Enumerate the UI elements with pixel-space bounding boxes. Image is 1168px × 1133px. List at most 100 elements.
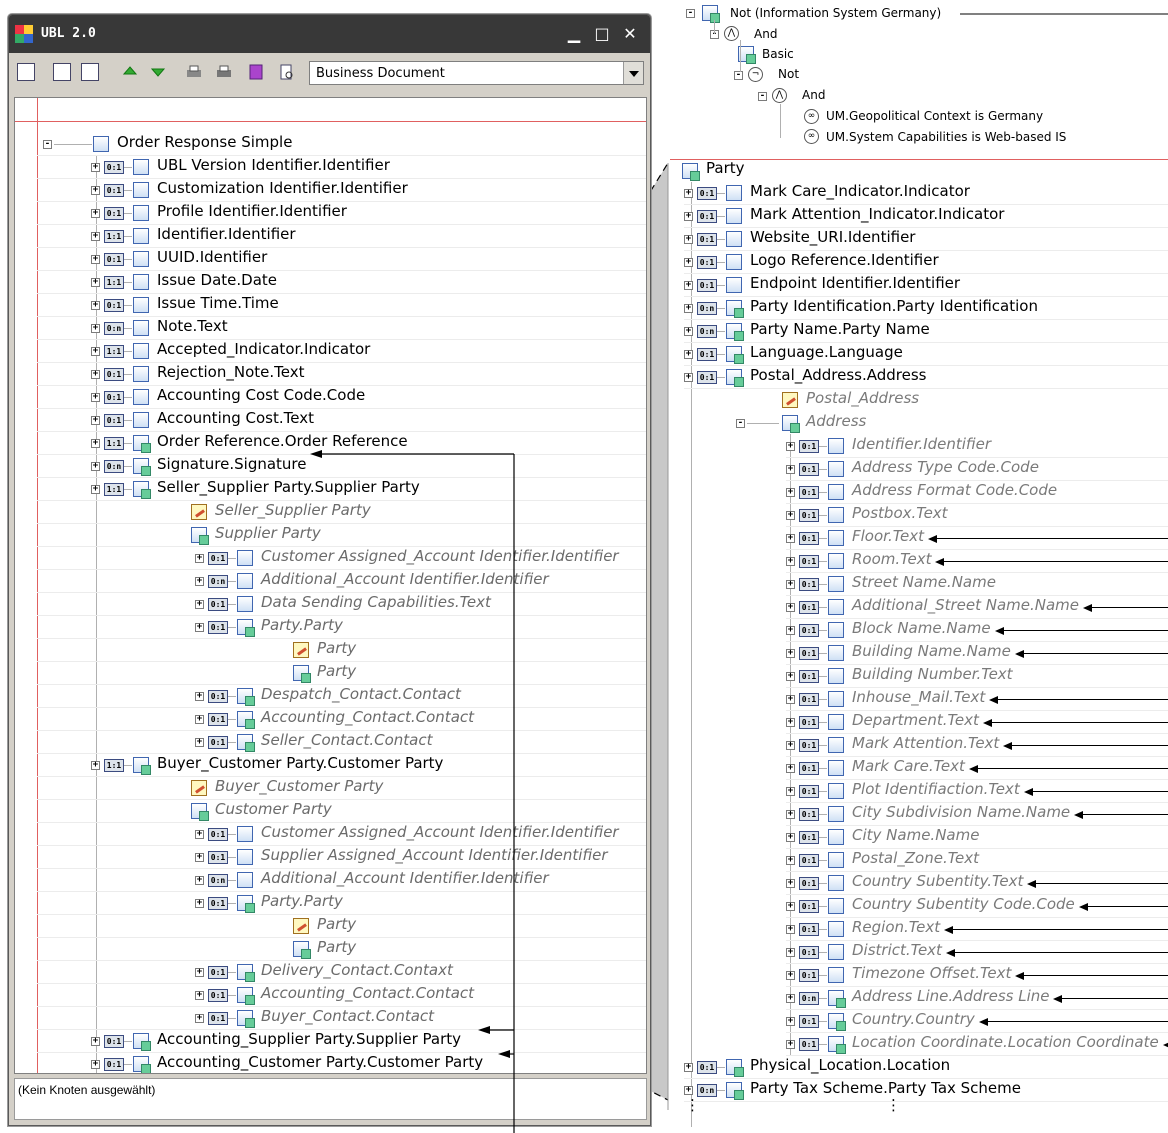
expand-toggle[interactable]: + [91, 255, 100, 264]
tree-node-label[interactable]: Plot Identifiaction.Text [852, 780, 1020, 803]
tree-node-label[interactable]: Country.Country [852, 1010, 975, 1033]
expand-toggle[interactable]: + [195, 577, 204, 586]
tree-node-label[interactable]: Building Name.Name [852, 642, 1011, 665]
expand-toggle[interactable]: + [195, 600, 204, 609]
expand-toggle[interactable]: + [91, 462, 100, 471]
expand-toggle[interactable]: + [684, 304, 693, 313]
expand-toggle[interactable]: + [91, 163, 100, 172]
tree-node-label[interactable]: Building Number.Text [852, 665, 1013, 688]
tree-node-label[interactable]: Customer Party [215, 800, 332, 823]
tree-node-label[interactable]: Street Name.Name [852, 573, 996, 596]
maximize-button[interactable]: □ [589, 23, 615, 45]
tree-node-label[interactable]: Accounting Cost Code.Code [157, 386, 365, 409]
tree-node-label[interactable]: Room.Text [852, 550, 931, 573]
expand-toggle[interactable]: + [786, 741, 795, 750]
expand-toggle[interactable]: + [786, 580, 795, 589]
tree-node-label[interactable]: Accounting Cost.Text [157, 409, 314, 432]
expand-toggle[interactable]: + [91, 761, 100, 770]
expand-toggle[interactable]: + [195, 715, 204, 724]
print-preview-icon[interactable] [215, 63, 233, 81]
tree-node-label[interactable]: Party Identification.Party Identificatio… [750, 297, 1038, 320]
tree-node-label[interactable]: Accounting_Contact.Contact [261, 708, 474, 731]
expand-toggle[interactable]: + [684, 235, 693, 244]
tree-node-label[interactable]: Issue Date.Date [157, 271, 277, 294]
expand-toggle[interactable]: + [91, 485, 100, 494]
expand-toggle[interactable]: + [684, 350, 693, 359]
tree-node-label[interactable]: Country Subentity Code.Code [852, 895, 1075, 918]
tree-node-label[interactable]: Supplier Assigned_Account Identifier.Ide… [261, 846, 608, 869]
expand-toggle[interactable]: + [195, 738, 204, 747]
expand-toggle[interactable]: + [91, 278, 100, 287]
expand-toggle[interactable]: + [195, 623, 204, 632]
expand-toggle[interactable]: + [786, 649, 795, 658]
tree-node-label[interactable]: Despatch_Contact.Contact [261, 685, 461, 708]
expand-toggle[interactable]: + [786, 534, 795, 543]
tree-node-label[interactable]: Party Name.Party Name [750, 320, 930, 343]
expand-toggle[interactable]: + [786, 695, 795, 704]
tree-node-label[interactable]: Country Subentity.Text [852, 872, 1023, 895]
expand-all-icon[interactable] [17, 63, 35, 81]
expand-toggle[interactable]: + [91, 416, 100, 425]
context-node-label[interactable]: And [754, 27, 777, 41]
expand-toggle[interactable]: + [786, 1040, 795, 1049]
tree-node-label[interactable]: Seller_Contact.Contact [261, 731, 432, 754]
expand-toggle[interactable]: + [786, 626, 795, 635]
tree-node-label[interactable]: Accounting_Supplier Party.Supplier Party [157, 1030, 461, 1053]
tree-node-label[interactable]: Buyer_Customer Party [215, 777, 383, 800]
tree-node-label[interactable]: Location Coordinate.Location Coordinate [852, 1033, 1159, 1056]
tree-node-label[interactable]: Endpoint Identifier.Identifier [750, 274, 960, 297]
book-icon[interactable] [247, 63, 265, 81]
expand-toggle[interactable]: + [786, 557, 795, 566]
tree-node-label[interactable]: Party.Party [261, 892, 343, 915]
context-node-label[interactable]: Not (Information System Germany) [730, 6, 941, 20]
tree-node-label[interactable]: Additional_Account Identifier.Identifier [261, 869, 549, 892]
tree-node-label[interactable]: Party [317, 915, 356, 938]
context-node-label[interactable]: Not [778, 67, 799, 81]
expand-toggle[interactable]: + [786, 488, 795, 497]
expand-toggle[interactable]: - [736, 419, 745, 428]
expand-toggle[interactable]: - [43, 140, 52, 149]
document-type-select[interactable]: Business Document [309, 61, 644, 85]
tree-node-label[interactable]: Additional_Account Identifier.Identifier [261, 570, 549, 593]
tree-node-label[interactable]: Mark Care.Text [852, 757, 965, 780]
expand-toggle[interactable]: + [91, 1037, 100, 1046]
tree-node-label[interactable]: Customization Identifier.Identifier [157, 179, 408, 202]
tree-node-label[interactable]: Accounting_Customer Party.Customer Party [157, 1053, 483, 1073]
expand-toggle[interactable]: + [684, 258, 693, 267]
tree-node-label[interactable]: Website_URI.Identifier [750, 228, 915, 251]
expand-toggle[interactable]: + [195, 876, 204, 885]
tree-node-label[interactable]: Party [317, 639, 356, 662]
document-view-icon[interactable] [277, 63, 295, 81]
tree-node-label[interactable]: Address [806, 412, 866, 435]
tree-node-label[interactable]: Seller_Supplier Party [215, 501, 371, 524]
tree-node-label[interactable]: Party [317, 938, 356, 961]
expand-toggle[interactable]: - [686, 9, 695, 18]
expand-toggle[interactable]: + [684, 1086, 693, 1095]
expand-toggle[interactable]: - [758, 92, 767, 101]
expand-toggle[interactable]: + [195, 830, 204, 839]
expand-toggle[interactable]: + [786, 948, 795, 957]
tree-node-label[interactable]: City Subdivision Name.Name [852, 803, 1070, 826]
expand-toggle[interactable]: + [786, 1017, 795, 1026]
expand-toggle[interactable]: + [786, 764, 795, 773]
move-down-icon[interactable] [149, 63, 167, 81]
tree-node-label[interactable]: Block Name.Name [852, 619, 991, 642]
tree-node-label[interactable]: Mark Attention.Text [852, 734, 999, 757]
context-node-label[interactable]: And [802, 88, 825, 102]
expand-toggle[interactable]: + [786, 672, 795, 681]
expand-toggle[interactable]: + [786, 833, 795, 842]
move-up-icon[interactable] [121, 63, 139, 81]
expand-toggle[interactable]: + [195, 899, 204, 908]
expand-toggle[interactable]: + [91, 393, 100, 402]
expand-icon[interactable] [81, 63, 99, 81]
tree-node-label[interactable]: Mark Attention_Indicator.Indicator [750, 205, 1004, 228]
expand-toggle[interactable]: + [786, 465, 795, 474]
tree-node-label[interactable]: Party.Party [261, 616, 343, 639]
tree-node-label[interactable]: Postal_Address.Address [750, 366, 926, 389]
context-node-label[interactable]: UM.System Capabilities is Web-based IS [826, 130, 1066, 144]
chevron-down-icon[interactable] [623, 62, 643, 84]
expand-toggle[interactable]: + [786, 603, 795, 612]
tree-node-label[interactable]: Delivery_Contact.Contaxt [261, 961, 453, 984]
expand-toggle[interactable]: + [786, 856, 795, 865]
tree-node-label[interactable]: District.Text [852, 941, 942, 964]
